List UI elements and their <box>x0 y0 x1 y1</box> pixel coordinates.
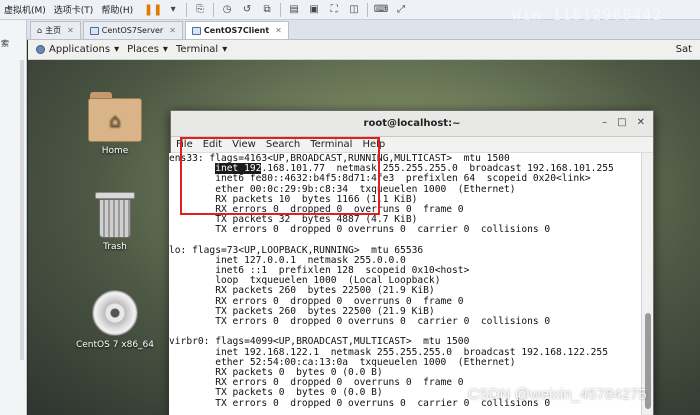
terminal-titlebar[interactable]: root@localhost:~ – □ ✕ <box>171 111 653 137</box>
terminal-window[interactable]: root@localhost:~ – □ ✕ File Edit View Se… <box>169 110 654 415</box>
disc-icon <box>92 290 138 336</box>
home-icon: ⌂ <box>37 26 43 35</box>
applications-icon <box>36 45 45 54</box>
watermark-bottom: CSDN @weixin_45784275 <box>468 386 647 403</box>
terminal-app-label: Terminal <box>175 44 219 55</box>
terminal-line: TX errors 0 dropped 0 overruns 0 carrier… <box>169 316 551 327</box>
thumbnail-icon[interactable]: ▣ <box>305 2 323 17</box>
terminal-line: TX errors 0 dropped 0 overruns 0 carrier… <box>169 224 551 236</box>
menu-terminal[interactable]: Terminal <box>305 139 357 150</box>
fullscreen-icon[interactable]: ⛶ <box>325 2 343 17</box>
tab-label: 主页 <box>45 26 62 35</box>
toolbar-divider <box>213 2 215 17</box>
library-label: 索 <box>1 39 9 48</box>
tab-label: CentOS7Client <box>203 26 270 35</box>
revert-snapshot-icon[interactable]: ↺ <box>238 2 256 17</box>
close-icon[interactable]: ✕ <box>637 117 645 128</box>
send-keys-icon[interactable]: ⎘ <box>191 2 209 17</box>
close-icon[interactable]: ✕ <box>67 26 74 35</box>
snapshot-icon[interactable]: ◷ <box>218 2 236 17</box>
snapshot-manager-icon[interactable]: ⧉ <box>258 2 276 17</box>
desktop-icon-home[interactable]: ⌂ Home <box>65 92 165 156</box>
toolbar-divider <box>367 2 369 17</box>
menu-vm[interactable]: 虚拟机(M) <box>0 3 50 16</box>
tab-home[interactable]: ⌂ 主页 ✕ <box>30 21 81 39</box>
terminal-scrollbar[interactable] <box>641 153 653 415</box>
terminal-app-menu[interactable]: Terminal ▾ <box>176 44 227 55</box>
menu-help[interactable]: 帮助(H) <box>97 3 137 16</box>
stretch-icon[interactable]: ⤢ <box>392 2 410 17</box>
menu-edit[interactable]: Edit <box>198 139 227 150</box>
tab-label: CentOS7Server <box>101 26 164 35</box>
applications-label: Applications <box>49 44 111 55</box>
menu-file[interactable]: File <box>171 139 198 150</box>
desktop-icon-label: CentOS 7 x86_64 <box>75 340 155 350</box>
vm-icon <box>89 26 99 35</box>
vmware-toolbar: ❚❚ ▾ ⎘ ◷ ↺ ⧉ ▤ ▣ ⛶ ◫ ⌨ ⤢ <box>143 2 411 17</box>
places-menu[interactable]: Places ▾ <box>127 44 168 55</box>
guest-desktop: Applications ▾ Places ▾ Terminal ▾ Sat ⌂… <box>28 40 700 415</box>
desktop-icon-label: Home <box>101 146 129 156</box>
terminal-output[interactable]: ens33: flags=4163<UP,BROADCAST,RUNNING,M… <box>169 153 641 415</box>
home-folder-icon: ⌂ <box>88 92 142 142</box>
menu-tabs[interactable]: 选项卡(T) <box>50 3 98 16</box>
console-icon[interactable]: ⌨ <box>372 2 390 17</box>
tab-centos7client[interactable]: CentOS7Client ✕ <box>184 21 289 39</box>
dropdown-icon[interactable]: ▾ <box>164 2 182 17</box>
library-panel: 索 <box>0 20 27 415</box>
menu-search[interactable]: Search <box>261 139 305 150</box>
window-controls: – □ ✕ <box>602 117 645 128</box>
gnome-top-bar: Applications ▾ Places ▾ Terminal ▾ Sat <box>28 40 700 60</box>
desktop-icon-trash[interactable]: Trash <box>65 192 165 252</box>
close-icon[interactable]: ✕ <box>169 26 176 35</box>
desktop-icon-label: Trash <box>103 242 127 252</box>
clock[interactable]: Sat <box>676 44 692 55</box>
tab-centos7server[interactable]: CentOS7Server ✕ <box>82 21 183 39</box>
menu-help[interactable]: Help <box>357 139 390 150</box>
chevron-down-icon: ▾ <box>162 44 168 55</box>
toolbar-divider <box>186 2 188 17</box>
vm-icon <box>191 26 201 35</box>
chevron-down-icon: ▾ <box>114 44 120 55</box>
terminal-title: root@localhost:~ <box>363 118 461 129</box>
library-scrollbar[interactable] <box>20 60 24 360</box>
maximize-icon[interactable]: □ <box>617 117 626 128</box>
minimize-icon[interactable]: – <box>602 117 607 128</box>
pause-icon[interactable]: ❚❚ <box>144 2 162 17</box>
trash-icon <box>95 192 135 238</box>
chevron-down-icon: ▾ <box>222 44 228 55</box>
places-label: Places <box>127 44 159 55</box>
menu-view[interactable]: View <box>227 139 261 150</box>
unity-icon[interactable]: ◫ <box>345 2 363 17</box>
desktop-icon-centos-disc[interactable]: CentOS 7 x86_64 <box>65 290 165 350</box>
terminal-menubar: File Edit View Search Terminal Help <box>171 137 653 153</box>
toolbar-divider <box>280 2 282 17</box>
vmware-tabbar: ⌂ 主页 ✕ CentOS7Server ✕ CentOS7Client ✕ <box>0 20 700 40</box>
applications-menu[interactable]: Applications ▾ <box>36 44 119 55</box>
library-icon[interactable]: ▤ <box>285 2 303 17</box>
close-icon[interactable]: ✕ <box>275 26 282 35</box>
